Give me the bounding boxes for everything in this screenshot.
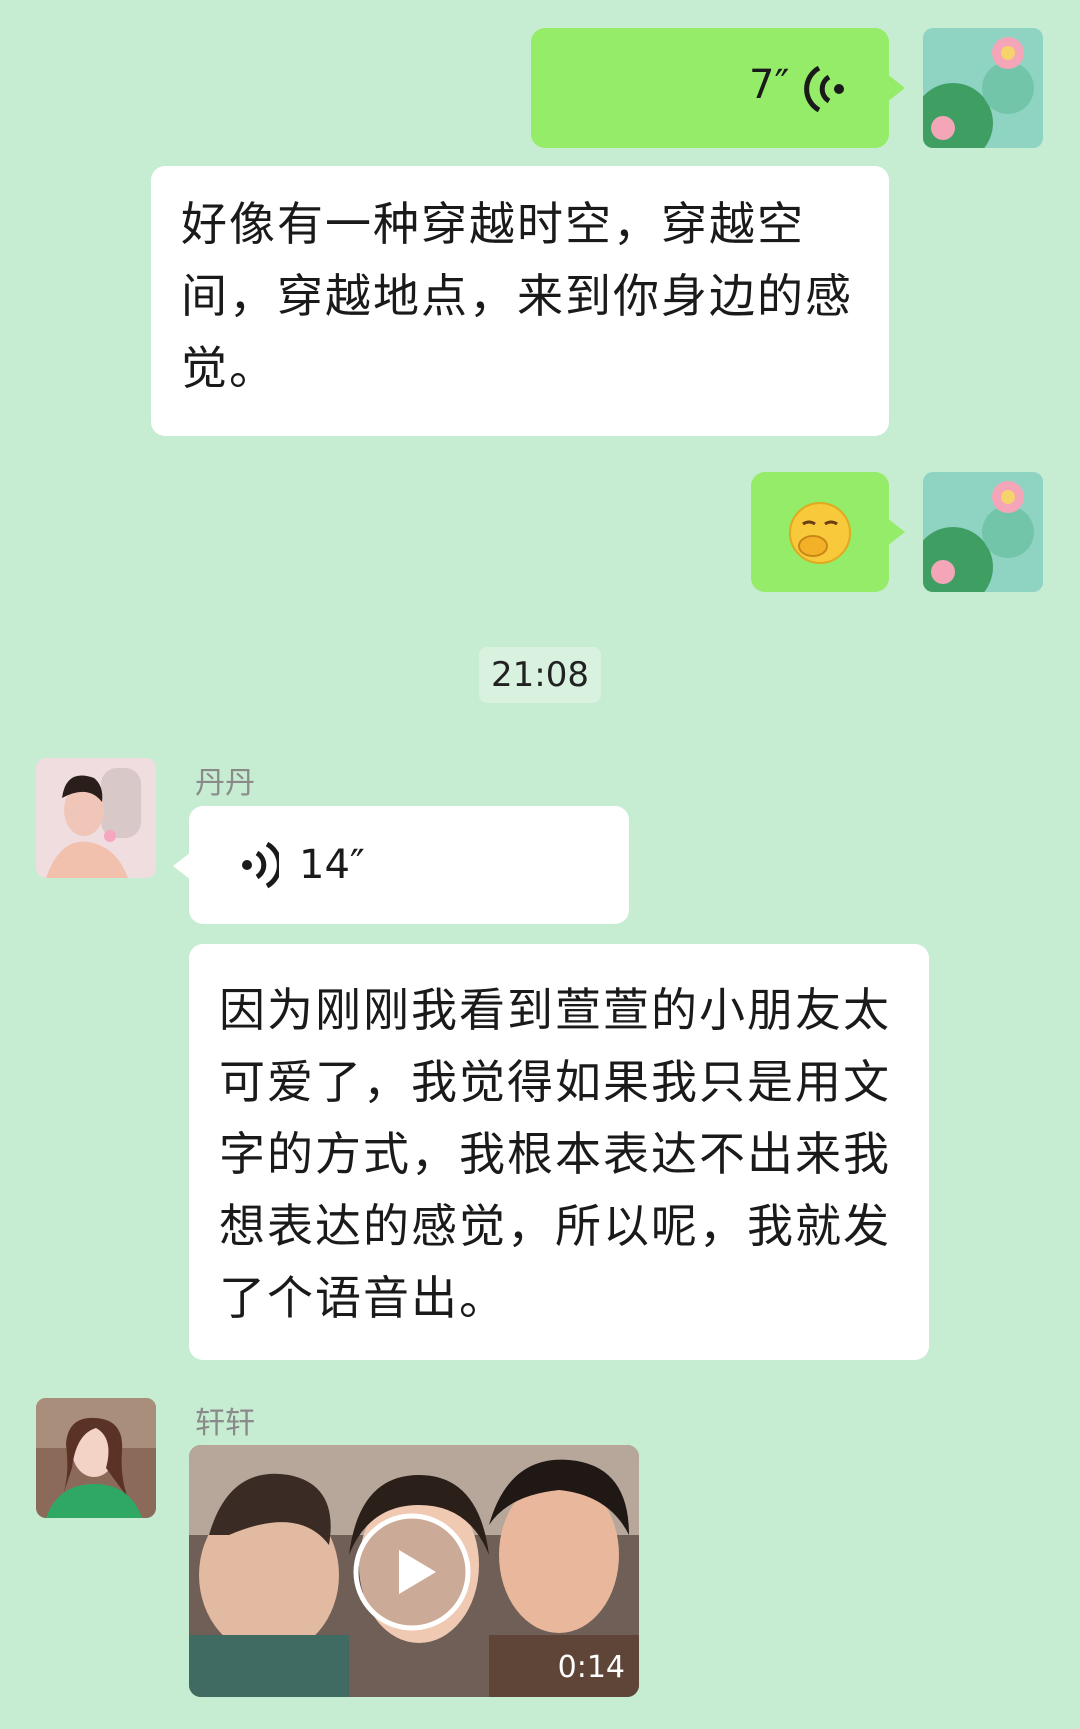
message-text: 因为刚刚我看到萱萱的小朋友太可爱了，我觉得如果我只是用文字的方式，我根本表达不出… xyxy=(219,983,891,1325)
lotus-pond-avatar-image xyxy=(923,28,1043,148)
sender-avatar-xuanxuan[interactable] xyxy=(36,1398,156,1518)
voice-wave-icon xyxy=(799,64,859,118)
voice-duration: 14″ xyxy=(299,842,365,888)
voice-message-incoming[interactable]: 14″ xyxy=(173,806,629,924)
play-icon[interactable] xyxy=(352,1512,472,1636)
woman-portrait-avatar-image xyxy=(36,1398,156,1518)
text-message-incoming[interactable]: 因为刚刚我看到萱萱的小朋友太可爱了，我觉得如果我只是用文字的方式，我根本表达不出… xyxy=(189,944,929,1360)
sender-avatar-dandan[interactable] xyxy=(36,758,156,878)
woman-portrait-avatar-image xyxy=(36,758,156,878)
timestamp: 21:08 xyxy=(479,647,601,703)
sender-name: 轩轩 xyxy=(195,1406,255,1441)
voice-duration: 7″ xyxy=(749,62,790,108)
text-message-outgoing[interactable]: 好像有一种穿越时空，穿越空间，穿越地点，来到你身边的感觉。 xyxy=(151,166,889,436)
lotus-pond-avatar-image xyxy=(923,472,1043,592)
video-duration: 0:14 xyxy=(557,1650,625,1685)
message-text: 好像有一种穿越时空，穿越空间，穿越地点，来到你身边的感觉。 xyxy=(181,197,853,395)
my-avatar[interactable] xyxy=(923,472,1043,592)
video-message-incoming[interactable]: 0:14 xyxy=(189,1445,639,1697)
sender-name: 丹丹 xyxy=(195,766,255,801)
voice-message-outgoing[interactable]: 7″ xyxy=(531,28,905,148)
my-avatar[interactable] xyxy=(923,28,1043,148)
hand-over-mouth-emoji-icon xyxy=(787,500,853,570)
voice-wave-icon xyxy=(239,840,282,894)
emoji-message-outgoing[interactable] xyxy=(751,472,905,592)
